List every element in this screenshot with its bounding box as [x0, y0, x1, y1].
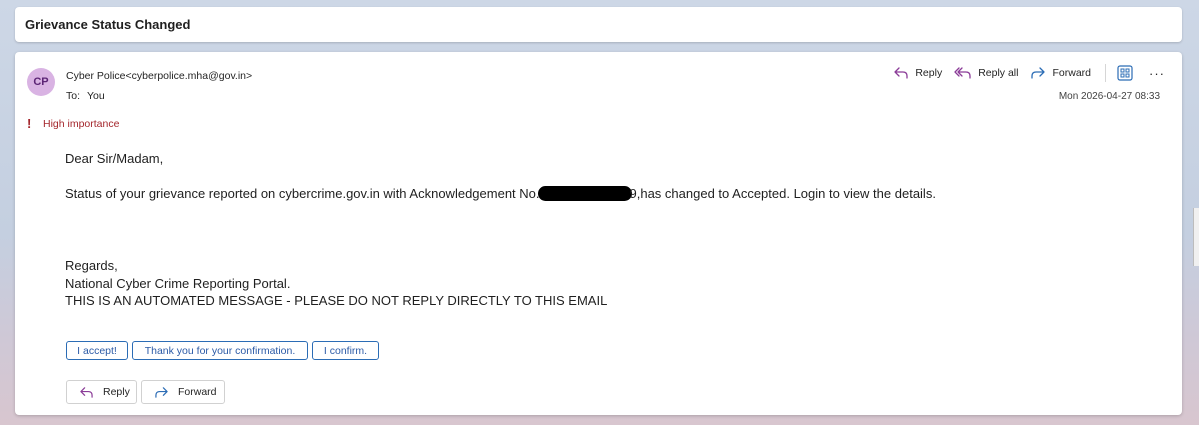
- message-toolbar: Reply Reply all Forward ···: [893, 62, 1182, 84]
- status-text-before: Status of your grievance reported on cyb…: [65, 186, 540, 201]
- forward-icon: [1031, 67, 1046, 79]
- more-actions-button[interactable]: ···: [1146, 62, 1168, 84]
- footer-reply-label: Reply: [103, 386, 130, 398]
- recipient-label: To:: [66, 90, 81, 102]
- forward-icon: [155, 386, 168, 398]
- scrollbar[interactable]: [1193, 208, 1199, 266]
- suggested-reply-2[interactable]: Thank you for your confirmation.: [132, 341, 308, 360]
- automated-notice: THIS IS AN AUTOMATED MESSAGE - PLEASE DO…: [65, 293, 608, 308]
- portal-name: National Cyber Crime Reporting Portal.: [65, 276, 291, 291]
- reply-icon: [894, 67, 908, 79]
- reply-all-label: Reply all: [978, 67, 1019, 79]
- footer-forward-button[interactable]: Forward: [141, 380, 225, 404]
- greeting: Dear Sir/Madam,: [65, 151, 164, 166]
- message-card: CP Cyber Police<cyberpolice.mha@gov.in> …: [15, 52, 1182, 415]
- email-subject: Grievance Status Changed: [25, 17, 191, 32]
- recipient-line: To: You: [66, 90, 105, 102]
- sender-avatar[interactable]: CP: [27, 68, 55, 96]
- status-text-after: 9,has changed to Accepted. Login to view…: [629, 186, 936, 201]
- forward-button[interactable]: Forward: [1030, 66, 1091, 80]
- redacted-block: [537, 186, 632, 201]
- status-line: Status of your grievance reported on cyb…: [65, 185, 936, 202]
- footer-forward-label: Forward: [178, 386, 217, 398]
- importance-label: High importance: [43, 117, 120, 130]
- message-date: Mon 2026-04-27 08:33: [1058, 91, 1160, 102]
- forward-label: Forward: [1052, 67, 1091, 79]
- importance-icon: !: [27, 116, 32, 131]
- reply-button[interactable]: Reply: [893, 66, 942, 80]
- suggested-reply-1[interactable]: I accept!: [66, 341, 128, 360]
- suggested-reply-3[interactable]: I confirm.: [312, 341, 379, 360]
- subject-bar: Grievance Status Changed: [15, 7, 1182, 42]
- apps-button[interactable]: [1114, 62, 1136, 84]
- footer-reply-button[interactable]: Reply: [66, 380, 137, 404]
- toolbar-divider: [1105, 64, 1106, 82]
- regards: Regards,: [65, 258, 118, 273]
- apps-icon: [1117, 65, 1133, 81]
- recipient-value[interactable]: You: [87, 90, 105, 102]
- reply-all-icon: [954, 67, 971, 79]
- reply-all-button[interactable]: Reply all: [954, 66, 1018, 80]
- reply-icon: [80, 386, 93, 398]
- importance-banner: ! High importance: [27, 116, 119, 131]
- sender-name[interactable]: Cyber Police<cyberpolice.mha@gov.in>: [66, 70, 252, 82]
- reply-label: Reply: [915, 67, 943, 79]
